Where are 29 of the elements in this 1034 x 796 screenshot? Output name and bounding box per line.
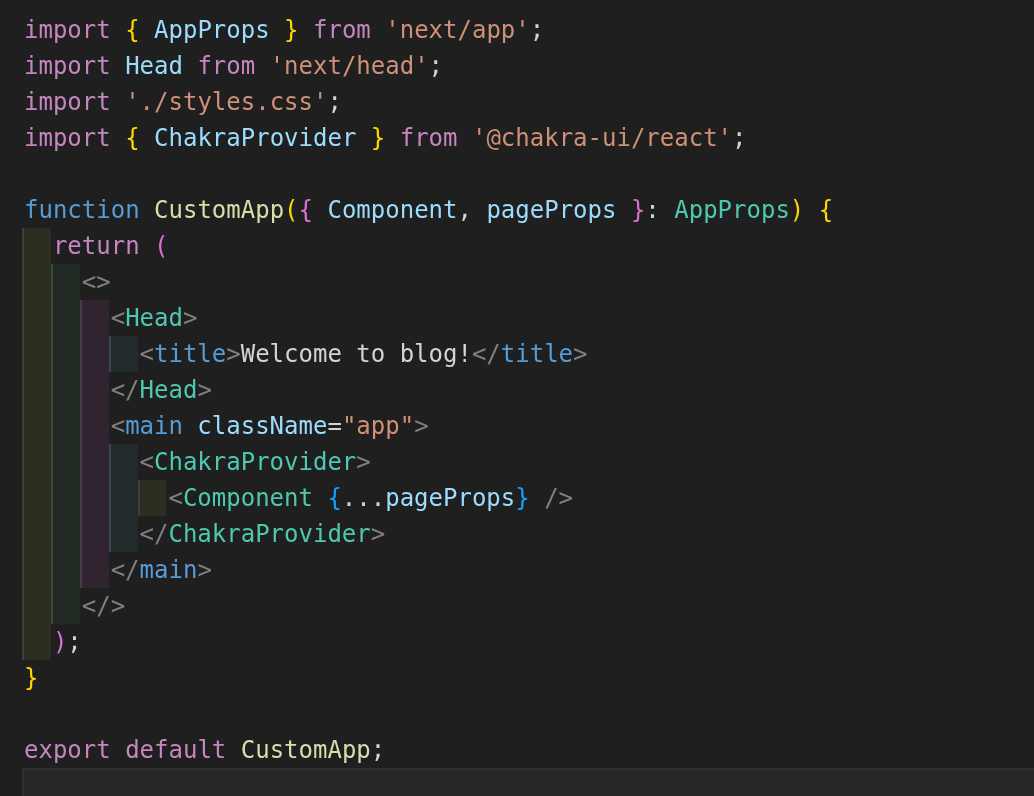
- code-line: import Head from 'next/head';: [23, 51, 444, 82]
- code-line: import { ChakraProvider } from '@chakra-ui/react';: [23, 123, 747, 154]
- code-line: </Head>: [109, 375, 212, 406]
- indent-guide: [22, 624, 51, 660]
- code-line: <ChakraProvider>: [138, 447, 371, 478]
- indent-guide: [108, 336, 138, 372]
- code-line: function CustomApp({ Component, pageProps }: AppProps) {: [23, 195, 834, 226]
- indent-guide: [79, 552, 109, 588]
- code-line: );: [51, 627, 82, 658]
- indent-guide: [79, 300, 109, 336]
- code-line: return (: [51, 231, 169, 262]
- code-line: import { AppProps } from 'next/app';: [23, 15, 545, 46]
- code-line: <Component {...pageProps} />: [167, 483, 574, 514]
- indent-guide: [137, 480, 167, 516]
- code-line: </main>: [109, 555, 212, 586]
- code-line: import './styles.css';: [23, 87, 342, 118]
- indent-guide: [108, 516, 138, 552]
- indent-guide: [50, 264, 80, 300]
- code-line: <main className="app">: [109, 411, 429, 442]
- code-line: <title>Welcome to blog!</title>: [138, 339, 588, 370]
- code-line: </>: [80, 591, 126, 622]
- code-line: <Head>: [109, 303, 198, 334]
- indent-guide: [108, 444, 138, 480]
- code-line: </ChakraProvider>: [138, 519, 386, 550]
- code-line: }: [23, 663, 39, 694]
- code-line: export default CustomApp;: [23, 735, 386, 766]
- code-line: <>: [80, 267, 111, 298]
- indent-guide: [50, 588, 80, 624]
- indent-guide: [22, 228, 51, 264]
